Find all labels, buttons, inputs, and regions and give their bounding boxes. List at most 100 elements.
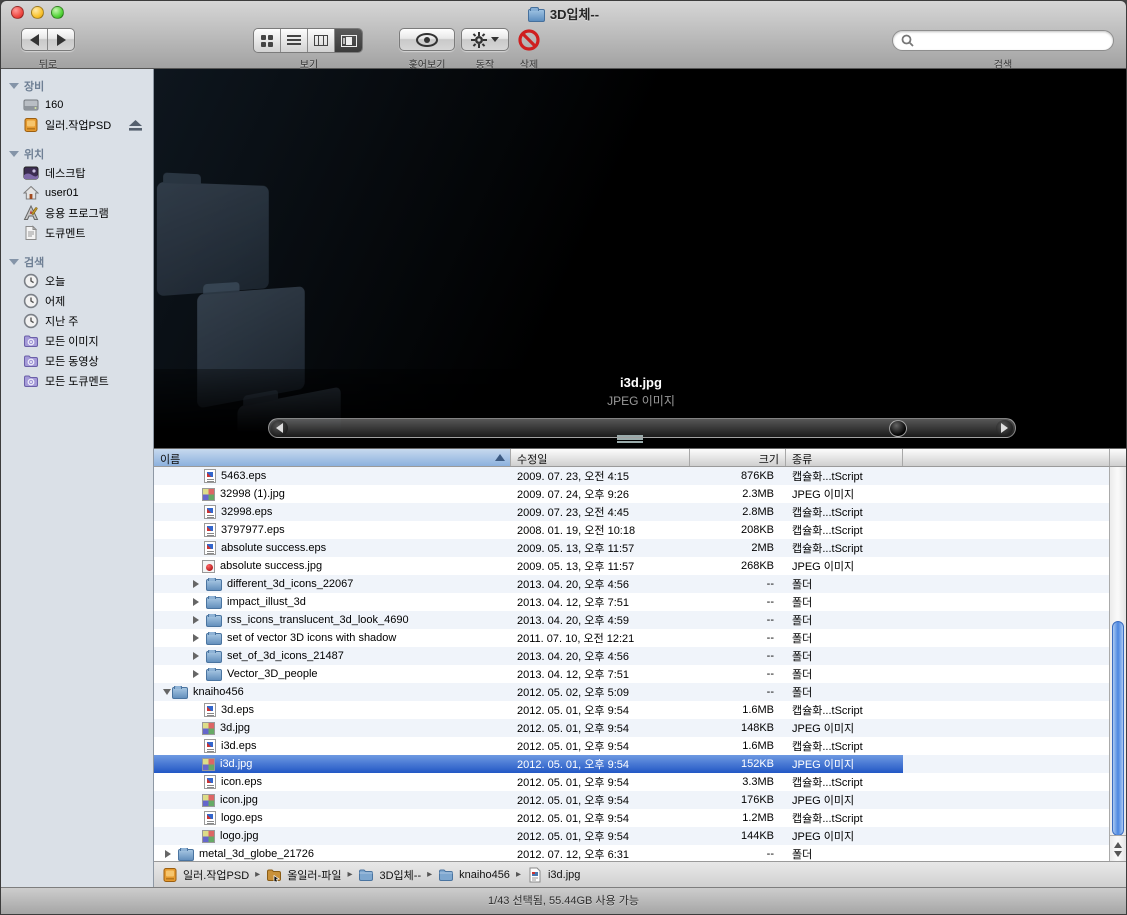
- disclosure-triangle[interactable]: [193, 598, 203, 606]
- sidebar-item-160[interactable]: 160: [1, 95, 153, 115]
- smart-folder-icon: [23, 353, 39, 369]
- sidebar-item-일러.작업PSD[interactable]: 일러.작업PSD: [1, 115, 153, 135]
- table-row-impact_illust_3d[interactable]: impact_illust_3d2013. 04. 12, 오후 7:51--폴…: [154, 593, 1109, 611]
- list-view-button[interactable]: [281, 29, 308, 52]
- table-row-absolute success.eps[interactable]: absolute success.eps2009. 05. 13, 오후 11:…: [154, 539, 1109, 557]
- scrollbar-header-corner: [1109, 449, 1126, 466]
- search-input[interactable]: [914, 34, 1105, 48]
- table-row-3d.jpg[interactable]: 3d.jpg2012. 05. 01, 오후 9:54148KBJPEG 이미지: [154, 719, 1109, 737]
- sidebar-item-도큐멘트[interactable]: 도큐멘트: [1, 223, 153, 243]
- table-row-different_3d_icons_22067[interactable]: different_3d_icons_220672013. 04. 20, 오후…: [154, 575, 1109, 593]
- disclosure-triangle[interactable]: [193, 634, 203, 642]
- cover-folder[interactable]: [157, 182, 269, 296]
- folder-icon: [528, 9, 545, 22]
- disclosure-triangle[interactable]: [193, 580, 203, 588]
- table-row-32998 (1).jpg[interactable]: 32998 (1).jpg2009. 07. 24, 오후 9:262.3MBJ…: [154, 485, 1109, 503]
- disclosure-triangle[interactable]: [193, 670, 203, 678]
- disclosure-triangle[interactable]: [163, 689, 171, 699]
- disclosure-triangle[interactable]: [165, 850, 175, 858]
- delete-button[interactable]: [516, 27, 542, 52]
- table-row-metal_3d_globe_21726[interactable]: metal_3d_globe_217262012. 07. 12, 오후 6:3…: [154, 845, 1109, 861]
- column-header-size[interactable]: 크기: [690, 449, 786, 466]
- sidebar-item-응용 프로그램[interactable]: 응용 프로그램: [1, 203, 153, 223]
- table-row-3d.eps[interactable]: 3d.eps2012. 05. 01, 오후 9:541.6MB캡슐화...tS…: [154, 701, 1109, 719]
- sidebar-group-header[interactable]: 장비: [1, 77, 153, 95]
- cell-name: i3d.eps: [154, 739, 511, 753]
- sidebar-item-오늘[interactable]: 오늘: [1, 271, 153, 291]
- table-row-icon.jpg[interactable]: icon.jpg2012. 05. 01, 오후 9:54176KBJPEG 이…: [154, 791, 1109, 809]
- file-name: absolute success.eps: [221, 542, 326, 554]
- sidebar-item-데스크탑[interactable]: 데스크탑: [1, 163, 153, 183]
- scroll-up-button[interactable]: [1110, 836, 1126, 849]
- smart-folder-icon: [23, 333, 39, 349]
- coverflow-view-button[interactable]: [335, 29, 362, 52]
- column-header-extra[interactable]: [903, 449, 1109, 466]
- disclosure-triangle[interactable]: [193, 616, 203, 624]
- table-row-set of vector 3D icons with shadow[interactable]: set of vector 3D icons with shadow2011. …: [154, 629, 1109, 647]
- coverflow-scroll-thumb[interactable]: [889, 420, 907, 437]
- eject-button[interactable]: [128, 119, 143, 135]
- action-button[interactable]: [461, 28, 509, 51]
- path-segment-3D입체--[interactable]: 3D입체--: [358, 867, 421, 883]
- column-header-date[interactable]: 수정일: [511, 449, 690, 466]
- path-segment-i3d.jpg[interactable]: i3d.jpg: [527, 867, 580, 883]
- folder-file-icon: [206, 597, 222, 609]
- sidebar-item-모든 이미지[interactable]: 모든 이미지: [1, 331, 153, 351]
- forward-button[interactable]: [48, 28, 75, 51]
- column-header-kind[interactable]: 종류: [786, 449, 903, 466]
- back-button[interactable]: [21, 28, 48, 51]
- sidebar-item-지난 주[interactable]: 지난 주: [1, 311, 153, 331]
- table-row-rss_icons_translucent_3d_look_4690[interactable]: rss_icons_translucent_3d_look_46902013. …: [154, 611, 1109, 629]
- table-row-5463.eps[interactable]: 5463.eps2009. 07. 23, 오전 4:15876KB캡슐화...…: [154, 467, 1109, 485]
- table-row-absolute success.jpg[interactable]: absolute success.jpg2009. 05. 13, 오후 11:…: [154, 557, 1109, 575]
- cell-name: i3d.jpg: [154, 758, 511, 771]
- sidebar-item-모든 동영상[interactable]: 모든 동영상: [1, 351, 153, 371]
- table-row-3797977.eps[interactable]: 3797977.eps2008. 01. 19, 오전 10:18208KB캡슐…: [154, 521, 1109, 539]
- cell-date-modified: 2008. 01. 19, 오전 10:18: [511, 522, 690, 538]
- icon-view-button[interactable]: [254, 29, 281, 52]
- coverflow-area[interactable]: camomile heart ✓ 3D DESIGNelements & ico…: [154, 69, 1126, 448]
- quick-look-button[interactable]: [399, 28, 455, 51]
- sidebar-item-user01[interactable]: user01: [1, 183, 153, 203]
- cell-size: 876KB: [690, 470, 786, 482]
- icon-view-icon: [261, 35, 273, 47]
- cell-name: icon.jpg: [154, 794, 511, 807]
- table-row-logo.jpg[interactable]: logo.jpg2012. 05. 01, 오후 9:54144KBJPEG 이…: [154, 827, 1109, 845]
- eps-file-icon: [204, 703, 216, 717]
- table-row-32998.eps[interactable]: 32998.eps2009. 07. 23, 오전 4:452.8MB캡슐화..…: [154, 503, 1109, 521]
- cell-kind: JPEG 이미지: [786, 558, 903, 574]
- cell-name: 3797977.eps: [154, 523, 511, 537]
- path-segment-올일러-파일[interactable]: 올일러-파일: [266, 867, 341, 883]
- table-row-logo.eps[interactable]: logo.eps2012. 05. 01, 오후 9:541.2MB캡슐화...…: [154, 809, 1109, 827]
- split-resize-handle[interactable]: [617, 435, 643, 443]
- sidebar-group-header[interactable]: 검색: [1, 253, 153, 271]
- coverflow-scroll-right-button[interactable]: [996, 420, 1013, 436]
- table-row-Vector_3D_people[interactable]: Vector_3D_people2013. 04. 12, 오후 7:51--폴…: [154, 665, 1109, 683]
- disclosure-triangle[interactable]: [193, 652, 203, 660]
- table-row-icon.eps[interactable]: icon.eps2012. 05. 01, 오후 9:543.3MB캡슐화...…: [154, 773, 1109, 791]
- applications-icon: [23, 205, 39, 221]
- column-header-name[interactable]: 이름: [154, 449, 511, 466]
- sidebar-item-모든 도큐멘트[interactable]: 모든 도큐멘트: [1, 371, 153, 391]
- path-separator-icon: ▸: [427, 869, 432, 880]
- scroll-down-button[interactable]: [1110, 849, 1126, 862]
- coverflow-scroll-left-button[interactable]: [271, 420, 288, 436]
- selected-file-name: i3d.jpg: [154, 375, 1126, 390]
- cell-date-modified: 2012. 05. 01, 오후 9:54: [511, 828, 690, 844]
- column-view-button[interactable]: [308, 29, 335, 52]
- sidebar-item-어제[interactable]: 어제: [1, 291, 153, 311]
- vertical-scrollbar[interactable]: [1109, 467, 1126, 861]
- table-row-knaiho456[interactable]: knaiho4562012. 05. 02, 오후 5:09--폴더: [154, 683, 1109, 701]
- path-segment-knaiho456[interactable]: knaiho456: [438, 867, 510, 883]
- table-row-i3d.jpg[interactable]: i3d.jpg2012. 05. 01, 오후 9:54152KBJPEG 이미…: [154, 755, 1109, 773]
- file-name: icon.eps: [221, 776, 262, 788]
- title-bar[interactable]: 3D입체--: [1, 1, 1126, 23]
- table-row-set_of_3d_icons_21487[interactable]: set_of_3d_icons_214872013. 04. 20, 오후 4:…: [154, 647, 1109, 665]
- sidebar-group-header[interactable]: 위치: [1, 145, 153, 163]
- sidebar-group-label: 장비: [24, 78, 44, 94]
- table-row-i3d.eps[interactable]: i3d.eps2012. 05. 01, 오후 9:541.6MB캡슐화...t…: [154, 737, 1109, 755]
- search-field[interactable]: [892, 30, 1114, 51]
- path-segment-일러.작업PSD[interactable]: 일러.작업PSD: [162, 867, 249, 883]
- cell-kind: 폴더: [786, 648, 903, 664]
- scrollbar-thumb[interactable]: [1112, 621, 1124, 836]
